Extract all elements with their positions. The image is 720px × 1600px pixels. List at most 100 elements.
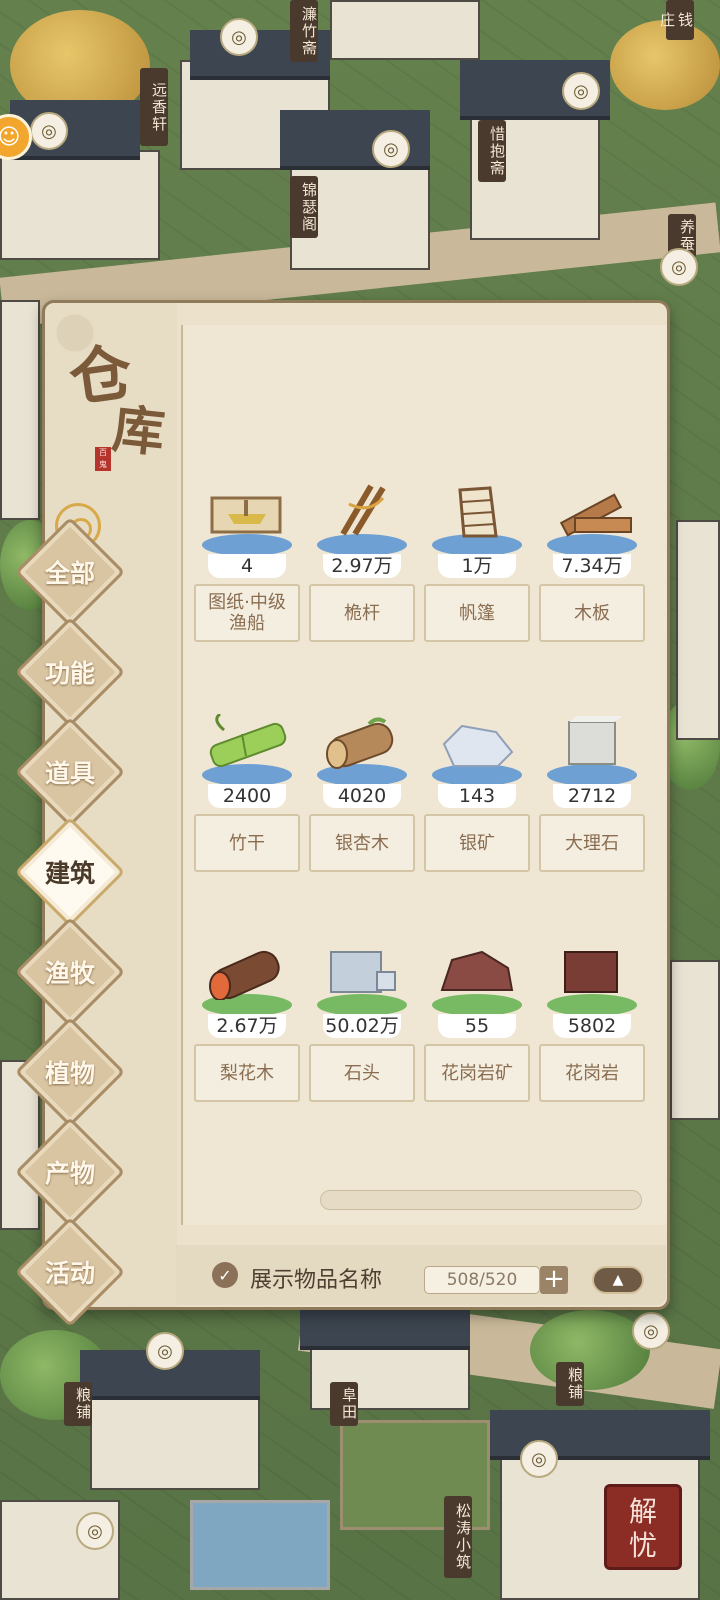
coin-icon[interactable]: ◎ [520,1440,558,1478]
item-art: 55 [424,942,530,1038]
shop-sign[interactable]: 濂竹斋 [290,0,318,62]
item-card[interactable]: 2400 竹干 [194,712,300,872]
category-tab-label: 活动 [44,1259,95,1288]
item-art: 1万 [424,482,530,578]
item-art: 2.97万 [309,482,415,578]
category-tab[interactable]: 植物 [14,1016,126,1128]
boat-blueprint-icon [194,484,300,544]
coin-icon[interactable]: ◎ [562,72,600,110]
building [676,520,720,740]
coin-icon[interactable]: ◎ [372,130,410,168]
category-tab[interactable]: 建筑 [14,816,126,928]
coin-icon[interactable]: ◎ [220,18,258,56]
shop-sign[interactable]: 惜抱斋 [478,120,506,182]
category-tab-label: 渔牧 [44,959,95,988]
horizontal-scrollbar[interactable] [320,1190,642,1210]
item-count: 55 [438,1014,516,1038]
jieyou-stamp-button[interactable]: 解忧 [604,1484,682,1570]
item-count: 4020 [323,784,401,808]
coin-icon[interactable]: ◎ [30,112,68,150]
shop-sign[interactable]: 远香轩 [140,68,168,146]
item-art: 2712 [539,712,645,808]
chevron-up-icon: ▲ [612,1272,624,1288]
ginkgo-tree [610,20,720,110]
pond [190,1500,330,1590]
item-name: 图纸·中级渔船 [194,584,300,642]
building [330,0,480,60]
item-name: 银矿 [424,814,530,872]
item-card[interactable]: 143 银矿 [424,712,530,872]
item-name: 大理石 [539,814,645,872]
building [670,960,720,1120]
item-card[interactable]: 2.97万桅杆 [309,482,415,642]
item-card[interactable]: 5802 花岗岩 [539,942,645,1102]
granite-ore-icon [424,944,530,1004]
item-art: 5802 [539,942,645,1038]
item-name: 梨花木 [194,1044,300,1102]
shop-sign[interactable]: 粮铺 [556,1362,584,1406]
category-tab-label: 建筑 [44,859,95,888]
item-card[interactable]: 2712 大理石 [539,712,645,872]
item-name: 花岗岩 [539,1044,645,1102]
category-tab[interactable]: 功能 [14,616,126,728]
item-card[interactable]: 50.02万石头 [309,942,415,1102]
item-art: 2.67万 [194,942,300,1038]
silver-ore-icon [424,714,530,774]
item-name: 竹干 [194,814,300,872]
warehouse-title: 仓 库 百鬼 [65,325,179,471]
coin-icon[interactable]: ◎ [146,1332,184,1370]
capacity-display: 508/520 [424,1266,540,1294]
shop-sign[interactable]: 粮铺 [64,1382,92,1426]
item-name: 石头 [309,1044,415,1102]
item-count: 143 [438,784,516,808]
category-tab[interactable]: 产物 [14,1116,126,1228]
category-tab-label: 道具 [44,759,95,788]
shop-sign[interactable]: 锦瑟阁 [290,176,318,238]
marble-icon [539,714,645,774]
category-tab-label: 全部 [44,559,95,588]
item-art: 143 [424,712,530,808]
category-tab[interactable]: 全部 [14,516,126,628]
item-name: 帆篷 [424,584,530,642]
category-tab-label: 产物 [44,1159,95,1188]
coin-icon[interactable]: ◎ [632,1312,670,1350]
show-names-checkbox[interactable]: ✓ [212,1262,238,1288]
shop-sign[interactable]: 阜田 [330,1382,358,1426]
building [0,150,160,260]
category-tab-label: 功能 [44,659,95,688]
item-card[interactable]: 2.67万梨花木 [194,942,300,1102]
title-char: 库 [109,398,168,465]
category-tab[interactable]: 活动 [14,1216,126,1328]
item-name: 花岗岩矿 [424,1044,530,1102]
item-name: 桅杆 [309,584,415,642]
item-card[interactable]: 4020 银杏木 [309,712,415,872]
collapse-button[interactable]: ▲ [592,1266,644,1294]
item-art: 2400 [194,712,300,808]
show-names-label[interactable]: 展示物品名称 [250,1262,382,1294]
item-count: 4 [208,554,286,578]
stone-icon [309,944,415,1004]
shop-sign[interactable]: 松涛小筑 [444,1496,472,1578]
category-tab[interactable]: 渔牧 [14,916,126,1028]
item-name: 木板 [539,584,645,642]
category-tab-label: 植物 [44,1059,95,1088]
shop-sign[interactable]: 钱庄 [658,0,694,40]
sail-icon [424,484,530,544]
item-card[interactable]: 7.34万 木板 [539,482,645,642]
mast-icon [309,484,415,544]
coin-icon[interactable]: ◎ [660,248,698,286]
category-tab[interactable]: 道具 [14,716,126,828]
coin-icon[interactable]: ◎ [76,1512,114,1550]
planks-icon [539,484,645,544]
expand-capacity-button[interactable]: + [540,1266,568,1294]
bamboo-icon [194,712,300,774]
item-card[interactable]: 1万帆篷 [424,482,530,642]
seal-stamp: 百鬼 [95,447,111,471]
item-card[interactable]: 4 图纸·中级渔船 [194,482,300,642]
item-art: 4 [194,482,300,578]
building [0,300,40,520]
item-card[interactable]: 55 花岗岩矿 [424,942,530,1102]
log-icon [309,714,415,774]
item-count: 50.02万 [323,1014,401,1038]
item-count: 2712 [553,784,631,808]
